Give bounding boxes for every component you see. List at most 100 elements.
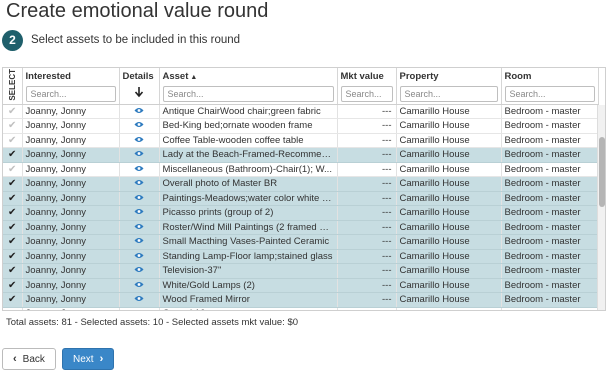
cell-asset: Overall photo of Master BR bbox=[159, 176, 338, 192]
assets-table-body: ✔ Joanny, Jonny Antique ChairWood chair;gr… bbox=[3, 104, 599, 310]
table-row[interactable]: ✔ Joanny, Jonny Coffee Table-wooden coffee… bbox=[3, 133, 599, 149]
table-row[interactable]: ✔ Joanny, Jonny Paintings-Meadows;water co… bbox=[3, 191, 599, 207]
cell-interested: Joanny, Jonny bbox=[22, 249, 120, 265]
table-row[interactable]: ✔ Joanny, Jonny Bed-King bed;ornate wooden… bbox=[3, 118, 599, 134]
cell-property: Camarillo House bbox=[396, 147, 502, 163]
row-select-checkbox[interactable]: ✔ bbox=[3, 234, 23, 250]
asset-search-input[interactable] bbox=[162, 86, 334, 102]
row-select-checkbox[interactable]: ✔ bbox=[3, 133, 23, 149]
back-button[interactable]: ‹ Back bbox=[2, 348, 56, 370]
eye-icon[interactable] bbox=[119, 191, 160, 207]
next-button[interactable]: Next › bbox=[62, 348, 115, 370]
asset-header: Asset ▲ bbox=[163, 71, 334, 84]
cell-room: Bedroom - master bbox=[501, 205, 599, 221]
cell-interested: Joanny, Jonny bbox=[22, 133, 120, 149]
cell-property: Camarillo House bbox=[396, 234, 502, 250]
table-row[interactable]: Joanny, Jonny Crystal 16 bbox=[3, 307, 599, 310]
row-select-checkbox[interactable]: ✔ bbox=[3, 205, 23, 221]
eye-icon[interactable] bbox=[119, 263, 160, 279]
chevron-left-icon: ‹ bbox=[13, 353, 17, 365]
cell-property: Camarillo House bbox=[396, 133, 502, 149]
row-select-checkbox[interactable]: ✔ bbox=[3, 249, 23, 265]
cell-room bbox=[501, 307, 599, 310]
cell-interested: Joanny, Jonny bbox=[22, 292, 120, 308]
cell-mkt-value: --- bbox=[337, 220, 397, 236]
grid-scroll-thumb[interactable] bbox=[599, 137, 605, 207]
table-row[interactable]: ✔ Joanny, Jonny Picasso prints (group of 2… bbox=[3, 205, 599, 221]
cell-mkt-value: --- bbox=[337, 133, 397, 149]
cell-asset: White/Gold Lamps (2) bbox=[159, 278, 338, 294]
column-header-room[interactable]: Room bbox=[501, 68, 599, 105]
table-row[interactable]: ✔ Joanny, Jonny White/Gold Lamps (2) --- Cam… bbox=[3, 278, 599, 294]
cell-asset: Roster/Wind Mill Paintings (2 framed Pi.… bbox=[159, 220, 338, 236]
property-search-input[interactable] bbox=[399, 86, 498, 102]
mkt-value-search-input[interactable] bbox=[340, 86, 393, 102]
table-row[interactable]: ✔ Joanny, Jonny Small Macthing Vases-Paint… bbox=[3, 234, 599, 250]
cell-interested: Joanny, Jonny bbox=[22, 234, 120, 250]
eye-icon[interactable] bbox=[119, 104, 160, 120]
back-button-label: Back bbox=[22, 353, 45, 365]
row-select-checkbox[interactable]: ✔ bbox=[3, 292, 23, 308]
table-row[interactable]: ✔ Joanny, Jonny Roster/Wind Mill Paintings… bbox=[3, 220, 599, 236]
row-select-checkbox[interactable]: ✔ bbox=[3, 263, 23, 279]
eye-icon[interactable] bbox=[119, 234, 160, 250]
column-header-mkt-value[interactable]: Mkt value bbox=[337, 68, 397, 105]
room-search-input[interactable] bbox=[504, 86, 595, 102]
column-header-select[interactable]: SELECT bbox=[3, 68, 23, 105]
cell-asset: Small Macthing Vases-Painted Ceramic bbox=[159, 234, 338, 250]
cell-property: Camarillo House bbox=[396, 176, 502, 192]
cell-mkt-value: --- bbox=[337, 249, 397, 265]
eye-icon[interactable] bbox=[119, 147, 160, 163]
table-row[interactable]: ✔ Joanny, Jonny Television-37" --- Camarillo… bbox=[3, 263, 599, 279]
column-header-property[interactable]: Property bbox=[396, 68, 502, 105]
row-select-checkbox[interactable]: ✔ bbox=[3, 118, 23, 134]
check-icon: ✔ bbox=[8, 221, 17, 233]
eye-icon[interactable] bbox=[119, 249, 160, 265]
cell-room: Bedroom - master bbox=[501, 220, 599, 236]
header-row: SELECT Interested Details Asset▲ bbox=[3, 68, 599, 105]
table-row[interactable]: ✔ Joanny, Jonny Miscellaneous (Bathroom)-C… bbox=[3, 162, 599, 178]
table-row[interactable]: ✔ Joanny, Jonny Lady at the Beach-Framed-R… bbox=[3, 147, 599, 163]
cell-mkt-value: --- bbox=[337, 205, 397, 221]
row-select-checkbox[interactable]: ✔ bbox=[3, 278, 23, 294]
cell-room: Bedroom - master bbox=[501, 104, 599, 120]
eye-icon[interactable] bbox=[119, 133, 160, 149]
cell-mkt-value: --- bbox=[337, 147, 397, 163]
grid-scrollbar[interactable] bbox=[597, 105, 605, 310]
cell-room: Bedroom - master bbox=[501, 147, 599, 163]
table-row[interactable]: ✔ Joanny, Jonny Antique ChairWood chair;gr… bbox=[3, 104, 599, 120]
row-select-checkbox[interactable]: ✔ bbox=[3, 220, 23, 236]
eye-icon[interactable] bbox=[119, 307, 160, 310]
page-title: Create emotional value round bbox=[6, 0, 269, 22]
column-header-asset[interactable]: Asset ▲ bbox=[159, 68, 338, 105]
cell-mkt-value: --- bbox=[337, 278, 397, 294]
table-row[interactable]: ✔ Joanny, Jonny Standing Lamp-Floor lamp;s… bbox=[3, 249, 599, 265]
cell-property: Camarillo House bbox=[396, 278, 502, 294]
cell-room: Bedroom - master bbox=[501, 162, 599, 178]
row-select-checkbox[interactable]: ✔ bbox=[3, 147, 23, 163]
cell-mkt-value: --- bbox=[337, 104, 397, 120]
cell-mkt-value: --- bbox=[337, 176, 397, 192]
eye-icon[interactable] bbox=[119, 118, 160, 134]
cell-interested: Joanny, Jonny bbox=[22, 263, 120, 279]
row-select-checkbox[interactable]: ✔ bbox=[3, 162, 23, 178]
interested-search-input[interactable] bbox=[25, 86, 116, 102]
table-row[interactable]: ✔ Joanny, Jonny Wood Framed Mirror --- Camar… bbox=[3, 292, 599, 308]
check-icon: ✔ bbox=[8, 279, 17, 291]
row-select-checkbox[interactable] bbox=[3, 307, 23, 310]
row-select-checkbox[interactable]: ✔ bbox=[3, 104, 23, 120]
eye-icon[interactable] bbox=[119, 162, 160, 178]
eye-icon[interactable] bbox=[119, 220, 160, 236]
row-select-checkbox[interactable]: ✔ bbox=[3, 176, 23, 192]
eye-icon[interactable] bbox=[119, 205, 160, 221]
eye-icon[interactable] bbox=[119, 292, 160, 308]
eye-icon[interactable] bbox=[119, 176, 160, 192]
arrow-down-icon[interactable] bbox=[123, 86, 156, 101]
column-header-interested[interactable]: Interested bbox=[22, 68, 120, 105]
row-select-checkbox[interactable]: ✔ bbox=[3, 191, 23, 207]
column-header-details[interactable]: Details bbox=[119, 68, 160, 105]
table-row[interactable]: ✔ Joanny, Jonny Overall photo of Master BR… bbox=[3, 176, 599, 192]
sort-ascending-icon[interactable]: ▲ bbox=[190, 74, 197, 81]
eye-icon[interactable] bbox=[119, 278, 160, 294]
cell-property: Camarillo House bbox=[396, 191, 502, 207]
